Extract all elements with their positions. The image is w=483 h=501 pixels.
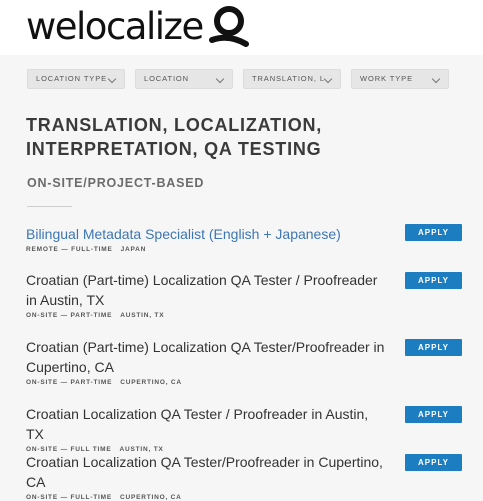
chevron-down-icon (215, 74, 225, 84)
site-header: welocalize (0, 0, 483, 55)
job-meta: ON-SITE — PART-TIME AUSTIN, TX (26, 312, 466, 319)
job-meta: REMOTE — FULL-TIME JAPAN (26, 246, 466, 253)
logo-mark-icon (208, 6, 249, 47)
filter-location-type[interactable]: LOCATION TYPE (27, 69, 125, 89)
job-listing: Croatian Localization QA Tester/Proofrea… (26, 452, 466, 501)
job-location: AUSTIN, TX (120, 312, 165, 319)
logo-wordmark: welocalize (26, 4, 204, 48)
apply-button[interactable]: APPLY (405, 272, 462, 289)
filter-label: LOCATION (144, 74, 189, 83)
filter-label: LOCATION TYPE (36, 74, 108, 83)
category-title: TRANSLATION, LOCALIZATION, INTERPRETATIO… (26, 115, 323, 159)
job-title-link[interactable]: Croatian Localization QA Tester/Proofrea… (26, 452, 386, 492)
job-title-link[interactable]: Croatian Localization QA Tester / Proofr… (26, 404, 386, 444)
job-title-link[interactable]: Croatian (Part-time) Localization QA Tes… (26, 270, 386, 310)
logo[interactable]: welocalize (26, 2, 249, 50)
job-meta: ON-SITE — PART-TIME CUPERTINO, CA (26, 379, 466, 386)
filter-work-type[interactable]: WORK TYPE (351, 69, 449, 89)
filter-location[interactable]: LOCATION (135, 69, 233, 89)
filter-category[interactable]: TRANSLATION, L... (243, 69, 341, 89)
chevron-down-icon (107, 74, 117, 84)
job-type: ON-SITE — PART-TIME (26, 312, 113, 319)
subcategory-title: ON-SITE/PROJECT-BASED (27, 176, 205, 190)
job-type: REMOTE — FULL-TIME (26, 246, 113, 253)
job-title-link[interactable]: Bilingual Metadata Specialist (English +… (26, 224, 386, 244)
apply-button[interactable]: APPLY (405, 454, 462, 471)
chevron-down-icon (323, 74, 333, 84)
filter-bar: LOCATION TYPE LOCATION TRANSLATION, L...… (27, 69, 457, 91)
filter-label: WORK TYPE (360, 74, 413, 83)
chevron-down-icon (431, 74, 441, 84)
apply-button[interactable]: APPLY (405, 339, 462, 356)
job-location: CUPERTINO, CA (120, 379, 182, 386)
job-location: JAPAN (120, 246, 147, 253)
filter-label: TRANSLATION, L... (252, 74, 324, 83)
apply-button[interactable]: APPLY (405, 224, 462, 241)
job-listing: Bilingual Metadata Specialist (English +… (26, 224, 466, 253)
job-listing: Croatian (Part-time) Localization QA Tes… (26, 270, 466, 319)
divider (27, 206, 72, 207)
job-listing: Croatian Localization QA Tester / Proofr… (26, 404, 466, 453)
job-type: ON-SITE — PART-TIME (26, 379, 113, 386)
job-title-link[interactable]: Croatian (Part-time) Localization QA Tes… (26, 337, 386, 377)
job-listing: Croatian (Part-time) Localization QA Tes… (26, 337, 466, 386)
apply-button[interactable]: APPLY (405, 406, 462, 423)
